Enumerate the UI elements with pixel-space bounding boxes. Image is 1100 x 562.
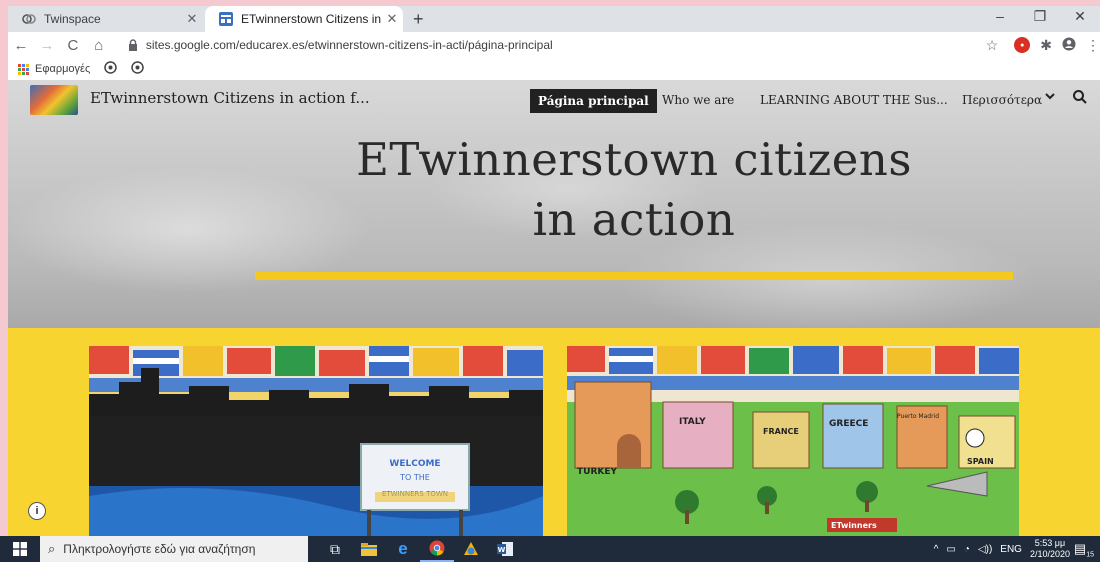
tab-etwinnerstown[interactable]: ETwinnerstown Citizens in action ✕ — [205, 6, 403, 32]
extension-badge-icon[interactable]: ● — [1014, 37, 1031, 53]
drawing-welcome-image[interactable]: WELCOME TO THE ETWINNERS TOWN — [89, 346, 543, 536]
tab-title: ETwinnerstown Citizens in action — [241, 12, 381, 26]
app-icon[interactable] — [454, 536, 488, 562]
twinspace-icon — [22, 12, 36, 26]
taskbar-search-input[interactable]: ⌕ Πληκτρολογήστε εδώ για αναζήτηση — [40, 536, 308, 562]
nav-item-more[interactable]: Περισσότερα — [962, 93, 1042, 107]
home-icon[interactable]: ⌂ — [86, 37, 112, 54]
system-tray: ^ ▭ ◔ ◁)) ENG 5:53 μμ 2/10/2020 — [934, 536, 1070, 562]
site-logo[interactable] — [30, 85, 78, 115]
task-view-icon[interactable]: ⧉ — [318, 536, 352, 562]
windows-start-icon[interactable] — [0, 536, 40, 562]
flag-strip — [567, 346, 1019, 374]
windows-taskbar: ⌕ Πληκτρολογήστε εδώ για αναζήτηση ⧉ e W… — [0, 536, 1100, 562]
drawing-label: FRANCE — [763, 427, 799, 436]
bookmarks-bar: Εφαρμογές — [8, 58, 1100, 80]
drawing-label: TO THE — [399, 473, 430, 482]
network-icon[interactable]: ◔ — [964, 544, 970, 555]
page-title: ETwinnerstown citizens in action — [254, 130, 1014, 250]
drawing-label: TURKEY — [577, 467, 617, 477]
forward-icon[interactable]: → — [34, 37, 60, 54]
browser-toolbar: ← → C ⌂ sites.google.com/educarex.es/etw… — [8, 32, 1100, 58]
profile-icon[interactable] — [1062, 37, 1076, 54]
search-icon[interactable] — [1072, 89, 1088, 105]
chevron-down-icon[interactable] — [1044, 90, 1056, 105]
drawing-label: WELCOME — [389, 459, 440, 469]
globe-bookmark-icon[interactable] — [104, 61, 117, 77]
google-sites-icon — [219, 12, 233, 26]
tab-twinspace[interactable]: Twinspace ✕ — [8, 6, 203, 32]
title-underline — [255, 272, 1013, 280]
minimize-icon[interactable]: – — [980, 8, 1020, 25]
drawing-label: ETwinners — [831, 521, 877, 530]
new-tab-icon[interactable]: + — [413, 9, 424, 30]
window-controls: – ❐ ✕ — [980, 8, 1100, 25]
drawing-town-image[interactable]: TURKEY ITALY FRANCE GREECE Puerto Madrid… — [567, 346, 1019, 536]
drawing-label: SPAIN — [967, 457, 994, 466]
apps-bookmark-label[interactable]: Εφαρμογές — [35, 63, 90, 75]
drawing-label: GREECE — [829, 419, 868, 429]
address-text: sites.google.com/educarex.es/etwinnersto… — [145, 38, 553, 52]
notification-count: 15 — [1086, 551, 1094, 559]
clock[interactable]: 5:53 μμ 2/10/2020 — [1030, 538, 1070, 560]
search-icon: ⌕ — [48, 541, 56, 556]
taskbar-apps: ⧉ e W — [318, 536, 522, 562]
language-indicator[interactable]: ENG — [1000, 544, 1022, 555]
nav-item-pagina-principal[interactable]: Página principal — [530, 89, 657, 113]
notification-icon[interactable]: ▤15 — [1074, 541, 1094, 559]
clock-date: 2/10/2020 — [1029, 549, 1070, 559]
word-icon[interactable]: W — [488, 536, 522, 562]
chrome-icon[interactable] — [420, 536, 454, 562]
puzzle-icon[interactable]: ✱ — [1040, 37, 1052, 54]
globe-bookmark-icon[interactable] — [131, 61, 144, 77]
extensions-area: ● ✱ ⋮ — [1014, 37, 1100, 54]
drawing-label: Puerto Madrid — [897, 413, 939, 420]
close-icon[interactable]: ✕ — [181, 11, 203, 27]
battery-icon[interactable]: ▭ — [946, 544, 955, 555]
tab-title: Twinspace — [44, 12, 101, 26]
close-window-icon[interactable]: ✕ — [1060, 8, 1100, 25]
taskbar-search-placeholder: Πληκτρολογήστε εδώ για αναζήτηση — [63, 542, 256, 556]
clock-time: 5:53 μμ — [1034, 538, 1066, 548]
volume-icon[interactable]: ◁)) — [978, 544, 992, 555]
nav-item-who-we-are[interactable]: Who we are — [662, 93, 734, 107]
back-icon[interactable]: ← — [8, 37, 34, 54]
site-page: ETwinnerstown Citizens in action f... Pá… — [8, 80, 1100, 536]
apps-icon[interactable] — [18, 63, 29, 75]
site-header: ETwinnerstown Citizens in action f... Pá… — [8, 80, 1100, 120]
reload-icon[interactable]: C — [60, 37, 86, 54]
lock-icon[interactable] — [128, 39, 138, 51]
chevron-up-icon[interactable]: ^ — [934, 544, 939, 555]
page-title-line: ETwinnerstown citizens — [356, 133, 912, 186]
site-title[interactable]: ETwinnerstown Citizens in action f... — [90, 89, 370, 107]
svg-text:W: W — [498, 546, 506, 554]
nav-item-learning[interactable]: LEARNING ABOUT THE Sus... — [760, 93, 948, 107]
page-title-line: in action — [532, 193, 736, 246]
edge-icon[interactable]: e — [386, 536, 420, 562]
bookmark-star-icon[interactable]: ☆ — [986, 37, 999, 54]
drawing-label: ITALY — [679, 417, 706, 427]
info-icon[interactable]: i — [28, 502, 46, 520]
address-bar[interactable]: sites.google.com/educarex.es/etwinnersto… — [118, 34, 1006, 56]
close-icon[interactable]: ✕ — [381, 11, 403, 27]
file-explorer-icon[interactable] — [352, 536, 386, 562]
menu-dots-icon[interactable]: ⋮ — [1086, 37, 1100, 54]
restore-icon[interactable]: ❐ — [1020, 8, 1060, 25]
tab-strip: Twinspace ✕ ETwinnerstown Citizens in ac… — [8, 6, 1100, 32]
